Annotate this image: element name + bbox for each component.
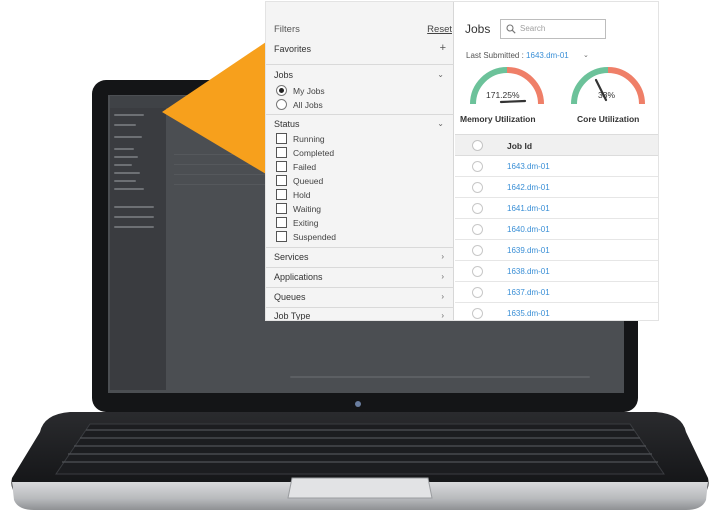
- search-icon: [506, 24, 516, 34]
- job-id-link[interactable]: 1637.dm-01: [507, 288, 550, 297]
- radio-unselected-icon: [276, 99, 287, 110]
- job-id-link[interactable]: 1639.dm-01: [507, 246, 550, 255]
- job-id-link[interactable]: 1642.dm-01: [507, 183, 550, 192]
- row-select-radio[interactable]: [472, 161, 483, 172]
- radio-selected-icon: [276, 85, 287, 96]
- checkbox-icon: [276, 161, 287, 172]
- table-row[interactable]: 1638.dm-01: [455, 261, 658, 282]
- search-input[interactable]: Search: [500, 19, 606, 39]
- last-submitted-label: Last Submitted :: [466, 51, 524, 60]
- row-select-radio[interactable]: [472, 224, 483, 235]
- chevron-right-icon: ›: [441, 252, 444, 261]
- checkbox-icon: [276, 147, 287, 158]
- jobs-table-header: Job Id: [455, 134, 658, 156]
- chevron-down-icon: ⌄: [437, 70, 444, 79]
- core-utilization-gauge: 33%: [568, 64, 648, 106]
- checkbox-icon: [276, 217, 287, 228]
- table-row[interactable]: 1641.dm-01: [455, 198, 658, 219]
- row-select-radio[interactable]: [472, 266, 483, 277]
- jobs-title: Jobs: [465, 22, 491, 36]
- zoomed-app-panel: Filters Reset Favorites + Jobs ⌄ My Jobs…: [266, 2, 658, 320]
- core-utilization-label: Core Utilization: [577, 114, 640, 124]
- jobs-filter-label: Jobs: [274, 70, 294, 80]
- job-id-link[interactable]: 1635.dm-01: [507, 309, 550, 318]
- chevron-right-icon: ›: [441, 272, 444, 281]
- favorites-label: Favorites: [274, 44, 312, 54]
- memory-utilization-gauge: 171.25%: [467, 64, 547, 106]
- row-select-radio[interactable]: [472, 182, 483, 193]
- jobs-filter-header[interactable]: Jobs ⌄: [274, 70, 446, 84]
- last-submitted-dropdown[interactable]: Last Submitted : 1643.dm-01 ⌄: [466, 51, 589, 60]
- table-row[interactable]: 1642.dm-01: [455, 177, 658, 198]
- job-id-link[interactable]: 1643.dm-01: [507, 162, 550, 171]
- column-header-job-id[interactable]: Job Id: [507, 141, 532, 151]
- filters-panel: Filters Reset Favorites + Jobs ⌄ My Jobs…: [266, 2, 454, 320]
- checkbox-icon: [276, 231, 287, 242]
- checkbox-icon: [276, 203, 287, 214]
- filters-title: Filters: [274, 24, 300, 35]
- row-select-radio[interactable]: [472, 308, 483, 319]
- row-select-radio[interactable]: [472, 287, 483, 298]
- row-select-radio[interactable]: [472, 203, 483, 214]
- select-all-radio[interactable]: [472, 140, 483, 151]
- status-filter-label: Status: [274, 119, 300, 129]
- reset-link[interactable]: Reset: [427, 24, 452, 35]
- table-row[interactable]: 1635.dm-01: [455, 303, 658, 320]
- search-placeholder: Search: [520, 24, 546, 33]
- last-submitted-value: 1643.dm-01: [526, 51, 569, 60]
- table-row[interactable]: 1643.dm-01: [455, 156, 658, 177]
- chevron-right-icon: ›: [441, 311, 444, 320]
- jobs-panel: Jobs Search Last Submitted : 1643.dm-01 …: [455, 2, 658, 320]
- checkbox-icon: [276, 175, 287, 186]
- checkbox-icon: [276, 133, 287, 144]
- status-filter-header[interactable]: Status ⌄: [274, 119, 446, 133]
- table-row[interactable]: 1637.dm-01: [455, 282, 658, 303]
- memory-utilization-label: Memory Utilization: [460, 114, 536, 124]
- checkbox-icon: [276, 189, 287, 200]
- chevron-down-icon: ⌄: [437, 119, 444, 128]
- plus-icon[interactable]: +: [440, 42, 446, 54]
- job-id-link[interactable]: 1638.dm-01: [507, 267, 550, 276]
- job-id-link[interactable]: 1641.dm-01: [507, 204, 550, 213]
- job-id-link[interactable]: 1640.dm-01: [507, 225, 550, 234]
- chevron-down-icon: ⌄: [583, 52, 589, 59]
- core-utilization-value: 33%: [598, 90, 616, 100]
- memory-utilization-value: 171.25%: [486, 90, 520, 100]
- row-select-radio[interactable]: [472, 245, 483, 256]
- table-row[interactable]: 1640.dm-01: [455, 219, 658, 240]
- table-row[interactable]: 1639.dm-01: [455, 240, 658, 261]
- chevron-right-icon: ›: [441, 292, 444, 301]
